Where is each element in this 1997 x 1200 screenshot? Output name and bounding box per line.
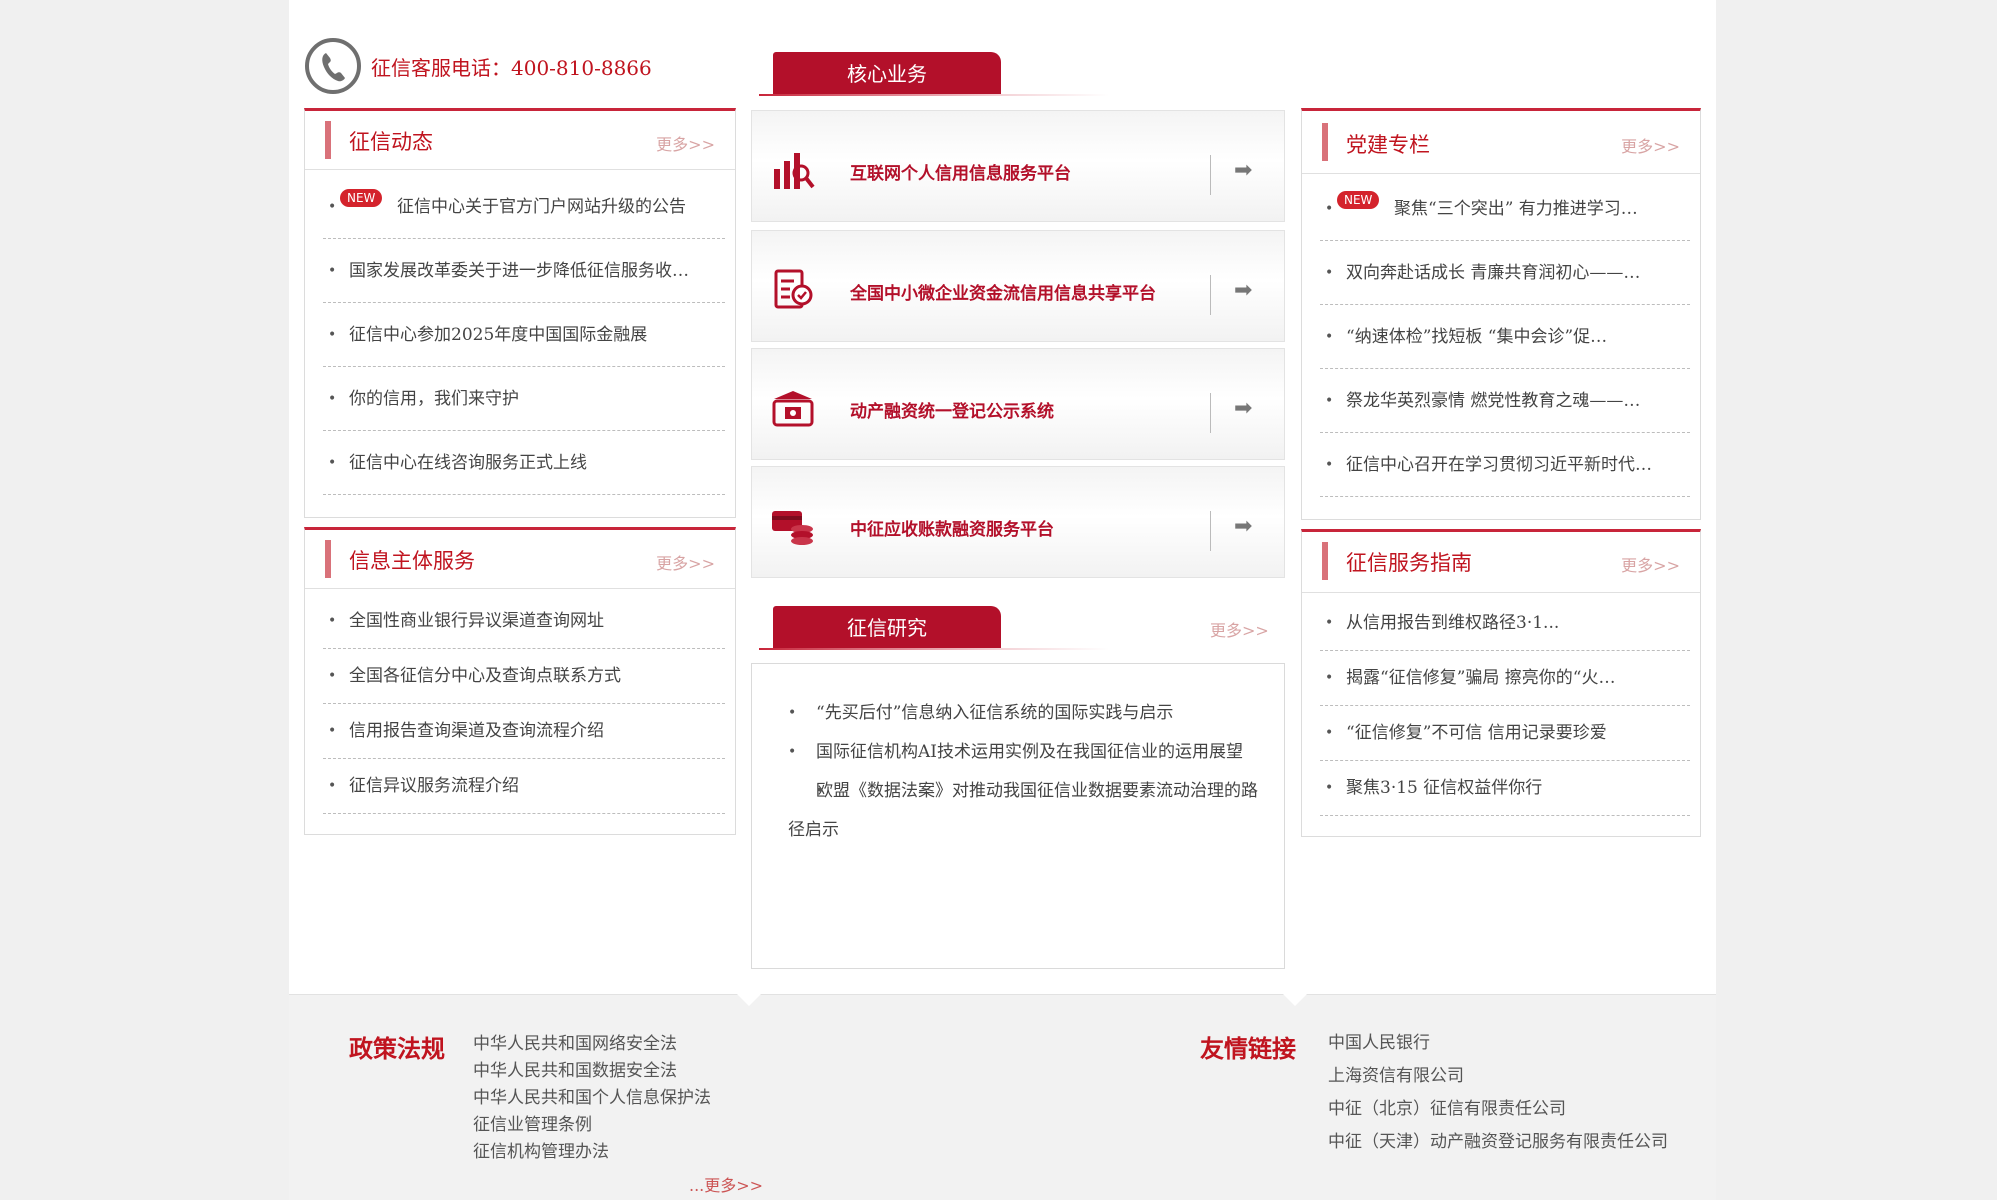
policy-more-link[interactable]: ...更多>> bbox=[689, 1172, 763, 1196]
core-tab-underline bbox=[759, 94, 1109, 96]
research-item[interactable]: “先买后付”信息纳入征信系统的国际实践与启示 bbox=[788, 694, 1268, 733]
core-item-receivables[interactable]: 中征应收账款融资服务平台 ➡ bbox=[751, 466, 1285, 578]
core-item-label: 全国中小微企业资金流信用信息共享平台 bbox=[850, 284, 1156, 304]
research-box: “先买后付”信息纳入征信系统的国际实践与启示 国际征信机构AI技术运用实例及在我… bbox=[751, 663, 1285, 969]
divider bbox=[1210, 511, 1211, 551]
guide-item[interactable]: 从信用报告到维权路径3·1... bbox=[1320, 596, 1690, 651]
phone-icon bbox=[305, 38, 361, 94]
news-box: 征信动态 更多>> NEW 征信中心关于官方门户网站升级的公告 国家发展改革委关… bbox=[304, 108, 736, 518]
guide-item[interactable]: 揭露“征信修复”骗局 擦亮你的“火… bbox=[1320, 651, 1690, 706]
guide-title: 征信服务指南 bbox=[1346, 551, 1472, 575]
subject-service-item[interactable]: 全国性商业银行异议渠道查询网址 bbox=[323, 594, 725, 649]
news-more-link[interactable]: 更多>> bbox=[656, 131, 715, 155]
party-item[interactable]: 征信中心召开在学习贯彻习近平新时代… bbox=[1320, 433, 1690, 497]
hotline-text: 征信客服电话：400-810-8866 bbox=[371, 56, 652, 80]
links-title: 友情链接 bbox=[1200, 1034, 1296, 1063]
divider bbox=[1210, 155, 1211, 195]
core-item-movable-property[interactable]: 动产融资统一登记公示系统 ➡ bbox=[751, 348, 1285, 460]
chart-icon bbox=[770, 149, 816, 191]
policy-link[interactable]: 中华人民共和国数据安全法 bbox=[473, 1058, 711, 1085]
policy-link[interactable]: 中华人民共和国网络安全法 bbox=[473, 1031, 711, 1058]
subject-service-header: 信息主体服务 更多>> bbox=[305, 530, 735, 589]
arrow-right-icon: ➡ bbox=[1234, 396, 1253, 421]
core-item-label: 动产融资统一登记公示系统 bbox=[850, 402, 1054, 422]
guide-item[interactable]: 聚焦3·15 征信权益伴你行 bbox=[1320, 761, 1690, 816]
party-box: 党建专栏 更多>> NEW 聚焦“三个突出” 有力推进学习… 双向奔赴话成长 青… bbox=[1301, 108, 1701, 520]
page-content: 征信客服电话：400-810-8866 征信动态 更多>> NEW 征信中心关于… bbox=[289, 0, 1716, 1200]
research-list: “先买后付”信息纳入征信系统的国际实践与启示 国际征信机构AI技术运用实例及在我… bbox=[788, 694, 1268, 850]
friend-link[interactable]: 中征（北京）征信有限责任公司 bbox=[1328, 1093, 1668, 1126]
news-header: 征信动态 更多>> bbox=[305, 111, 735, 170]
new-badge: NEW bbox=[340, 189, 383, 207]
arrow-right-icon: ➡ bbox=[1234, 514, 1253, 539]
subject-service-box: 信息主体服务 更多>> 全国性商业银行异议渠道查询网址 全国各征信分中心及查询点… bbox=[304, 527, 736, 835]
guide-item[interactable]: “征信修复”不可信 信用记录要珍爱 bbox=[1320, 706, 1690, 761]
footer-notch-decoration bbox=[737, 994, 761, 1006]
core-business-tab: 核心业务 bbox=[773, 52, 1001, 96]
title-bar-decoration bbox=[325, 121, 331, 159]
footer: 政策法规 中华人民共和国网络安全法 中华人民共和国数据安全法 中华人民共和国个人… bbox=[289, 994, 1716, 1200]
party-item[interactable]: NEW 聚焦“三个突出” 有力推进学习… bbox=[1320, 177, 1690, 241]
friend-link[interactable]: 上海资信有限公司 bbox=[1328, 1060, 1668, 1093]
arrow-right-icon: ➡ bbox=[1234, 278, 1253, 303]
subject-service-more-link[interactable]: 更多>> bbox=[656, 550, 715, 574]
policy-link[interactable]: 中华人民共和国个人信息保护法 bbox=[473, 1085, 711, 1112]
guide-list: 从信用报告到维权路径3·1... 揭露“征信修复”骗局 擦亮你的“火… “征信修… bbox=[1320, 596, 1690, 816]
registry-icon bbox=[770, 387, 816, 429]
party-title: 党建专栏 bbox=[1346, 133, 1430, 157]
coins-card-icon bbox=[770, 505, 816, 547]
research-item[interactable]: 国际征信机构AI技术运用实例及在我国征信业的运用展望 bbox=[788, 733, 1268, 772]
research-tab: 征信研究 bbox=[773, 606, 1001, 650]
party-header: 党建专栏 更多>> bbox=[1302, 111, 1700, 174]
friend-link[interactable]: 中征（天津）动产融资登记服务有限责任公司 bbox=[1328, 1126, 1668, 1159]
document-icon bbox=[770, 269, 816, 311]
guide-more-link[interactable]: 更多>> bbox=[1621, 552, 1680, 576]
core-item-label: 互联网个人信用信息服务平台 bbox=[850, 164, 1071, 184]
title-bar-decoration bbox=[325, 540, 331, 578]
party-item[interactable]: “纳速体检”找短板 “集中会诊”促… bbox=[1320, 305, 1690, 369]
guide-box: 征信服务指南 更多>> 从信用报告到维权路径3·1... 揭露“征信修复”骗局 … bbox=[1301, 529, 1701, 837]
news-title: 征信动态 bbox=[349, 130, 433, 154]
research-more-link[interactable]: 更多>> bbox=[1210, 617, 1269, 641]
subject-service-item[interactable]: 全国各征信分中心及查询点联系方式 bbox=[323, 649, 725, 704]
party-list: NEW 聚焦“三个突出” 有力推进学习… 双向奔赴话成长 青廉共育润初心——… … bbox=[1320, 177, 1690, 497]
news-item[interactable]: 你的信用，我们来守护 bbox=[323, 367, 725, 431]
divider bbox=[1210, 393, 1211, 433]
core-item-sme-cashflow[interactable]: 全国中小微企业资金流信用信息共享平台 ➡ bbox=[751, 230, 1285, 342]
links-list: 中国人民银行 上海资信有限公司 中征（北京）征信有限责任公司 中征（天津）动产融… bbox=[1328, 1027, 1668, 1159]
party-item[interactable]: 双向奔赴话成长 青廉共育润初心——… bbox=[1320, 241, 1690, 305]
party-more-link[interactable]: 更多>> bbox=[1621, 133, 1680, 157]
policy-link[interactable]: 征信业管理条例 bbox=[473, 1112, 711, 1139]
news-item[interactable]: 征信中心在线咨询服务正式上线 bbox=[323, 431, 725, 495]
research-tab-underline bbox=[759, 648, 1109, 650]
core-item-personal-credit[interactable]: 互联网个人信用信息服务平台 ➡ bbox=[751, 110, 1285, 222]
news-item[interactable]: 国家发展改革委关于进一步降低征信服务收… bbox=[323, 239, 725, 303]
subject-service-list: 全国性商业银行异议渠道查询网址 全国各征信分中心及查询点联系方式 信用报告查询渠… bbox=[323, 594, 725, 814]
friend-link[interactable]: 中国人民银行 bbox=[1328, 1027, 1668, 1060]
arrow-right-icon: ➡ bbox=[1234, 158, 1253, 183]
footer-notch-decoration bbox=[1283, 994, 1307, 1006]
news-list: NEW 征信中心关于官方门户网站升级的公告 国家发展改革委关于进一步降低征信服务… bbox=[323, 175, 725, 495]
subject-service-title: 信息主体服务 bbox=[349, 549, 475, 573]
news-item[interactable]: 征信中心参加2025年度中国国际金融展 bbox=[323, 303, 725, 367]
policy-list: 中华人民共和国网络安全法 中华人民共和国数据安全法 中华人民共和国个人信息保护法… bbox=[473, 1031, 711, 1166]
guide-header: 征信服务指南 更多>> bbox=[1302, 532, 1700, 593]
core-item-label: 中征应收账款融资服务平台 bbox=[850, 520, 1054, 540]
party-item[interactable]: 祭龙华英烈豪情 燃党性教育之魂——… bbox=[1320, 369, 1690, 433]
title-bar-decoration bbox=[1322, 123, 1328, 161]
subject-service-item[interactable]: 征信异议服务流程介绍 bbox=[323, 759, 725, 814]
new-badge: NEW bbox=[1337, 191, 1380, 209]
policy-link[interactable]: 征信机构管理办法 bbox=[473, 1139, 711, 1166]
subject-service-item[interactable]: 信用报告查询渠道及查询流程介绍 bbox=[323, 704, 725, 759]
research-item[interactable]: 欧盟《数据法案》对推动我国征信业数据要素流动治理的路径启示 bbox=[788, 772, 1268, 850]
policy-title: 政策法规 bbox=[349, 1034, 445, 1063]
news-item[interactable]: NEW 征信中心关于官方门户网站升级的公告 bbox=[323, 175, 725, 239]
divider bbox=[1210, 275, 1211, 315]
title-bar-decoration bbox=[1322, 542, 1328, 580]
